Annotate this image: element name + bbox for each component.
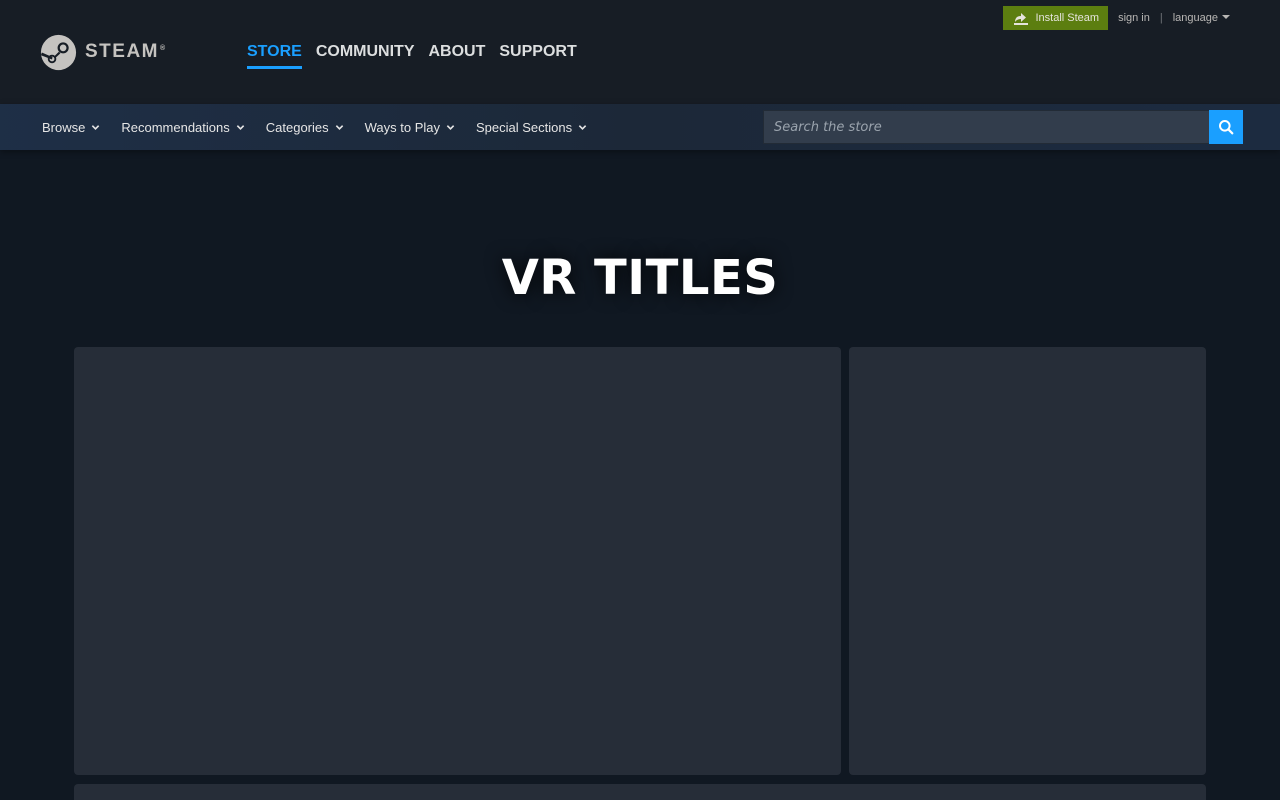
- steam-logo[interactable]: STEAM®: [40, 33, 167, 71]
- side-panel-placeholder: [849, 347, 1206, 775]
- search-input[interactable]: [763, 110, 1209, 144]
- menu-recommendations[interactable]: Recommendations: [121, 120, 244, 135]
- language-dropdown[interactable]: language: [1173, 12, 1230, 24]
- chevron-down-icon: [92, 124, 100, 130]
- menu-browse-label: Browse: [42, 119, 86, 135]
- language-caret-icon: [1222, 15, 1230, 19]
- store-search: [763, 110, 1243, 144]
- logo-wordmark: STEAM®: [85, 41, 167, 62]
- download-icon: [1014, 13, 1029, 25]
- global-header: STEAM® STORE COMMUNITY ABOUT SUPPORT Ins…: [0, 0, 1280, 104]
- featured-carousel-placeholder: [74, 347, 841, 775]
- menu-ways-to-play-label: Ways to Play: [364, 119, 440, 135]
- sign-in-link[interactable]: sign in: [1118, 12, 1150, 24]
- install-steam-button[interactable]: Install Steam: [1003, 6, 1109, 30]
- menu-browse[interactable]: Browse: [42, 120, 100, 135]
- content-section-placeholder: [74, 784, 1206, 800]
- main-nav: STORE COMMUNITY ABOUT SUPPORT: [247, 42, 591, 69]
- global-actions: Install Steam sign in | language: [1003, 6, 1230, 30]
- chevron-down-icon: [236, 124, 244, 130]
- chevron-down-icon: [578, 124, 587, 130]
- menu-special-sections[interactable]: Special Sections: [476, 120, 587, 135]
- menu-categories[interactable]: Categories: [266, 120, 344, 135]
- install-steam-label: Install Steam: [1035, 12, 1100, 24]
- nav-support[interactable]: SUPPORT: [499, 42, 576, 69]
- chevron-down-icon: [446, 124, 455, 130]
- search-icon: [1219, 120, 1234, 135]
- language-label: language: [1172, 12, 1218, 24]
- nav-community[interactable]: COMMUNITY: [316, 42, 415, 69]
- menu-recommendations-label: Recommendations: [121, 119, 230, 135]
- store-menu: Browse Recommendations Categories Ways t…: [42, 104, 608, 150]
- menu-special-sections-label: Special Sections: [476, 119, 573, 135]
- nav-about[interactable]: ABOUT: [428, 42, 485, 69]
- header-separator: |: [1159, 12, 1163, 24]
- nav-store[interactable]: STORE: [247, 42, 302, 69]
- search-button[interactable]: [1209, 110, 1243, 144]
- steam-logo-icon: [40, 34, 77, 70]
- page-title: VR TITLES: [501, 250, 779, 306]
- chevron-down-icon: [335, 124, 343, 130]
- menu-categories-label: Categories: [265, 119, 329, 135]
- menu-ways-to-play[interactable]: Ways to Play: [365, 120, 455, 135]
